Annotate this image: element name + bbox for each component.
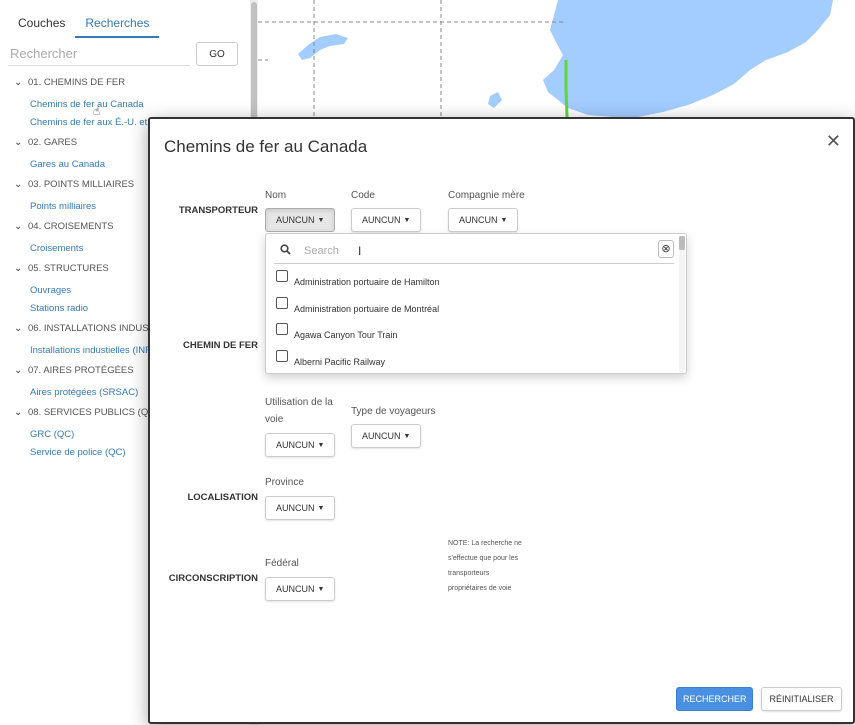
map-rail-line (564, 60, 569, 118)
search-row: GO (8, 42, 240, 68)
chevron-down-icon: ⌄ (14, 77, 23, 88)
checkbox[interactable] (276, 296, 288, 309)
tab-recherches[interactable]: Recherches (75, 8, 160, 38)
dropdown-search-input[interactable] (302, 240, 622, 262)
nom-dropdown-menu: I ⊗ Administration portuaire de Hamilton… (265, 233, 687, 374)
federal-dropdown[interactable]: AUNCUN ▼ (265, 577, 336, 601)
utilisation-voie-dropdown-value: AUNCUN (276, 440, 315, 450)
label-type-voyageurs: Type de voyageurs (351, 406, 436, 417)
search-icon (280, 244, 291, 258)
tree-category-label: 01. CHEMINS DE FER (28, 77, 126, 88)
chevron-down-icon: ⌄ (14, 263, 23, 274)
dropdown-option[interactable]: Alberni Pacific Railway (276, 348, 674, 374)
caret-down-icon: ▼ (317, 504, 325, 512)
label-compagnie-mere: Compagnie mère (448, 190, 525, 201)
rechercher-button[interactable]: RECHERCHER (676, 687, 753, 711)
checkbox[interactable] (276, 349, 288, 362)
tree-category[interactable]: ⌄ 01. CHEMINS DE FER (14, 74, 250, 92)
dropdown-options: Administration portuaire de Hamilton Admi… (276, 268, 674, 374)
tree-category-label: 05. STRUCTURES (28, 263, 109, 274)
tree-item[interactable]: Chemins de fer au Canada (14, 96, 250, 114)
map-water-bay (488, 92, 502, 108)
compagnie-mere-dropdown-value: AUNCUN (459, 215, 498, 225)
chevron-down-icon: ⌄ (14, 179, 23, 190)
modal-title: Chemins de fer au Canada (164, 137, 368, 156)
chevron-down-icon: ⌄ (14, 137, 23, 148)
code-dropdown[interactable]: AUNCUN ▼ (351, 208, 422, 232)
search-input[interactable] (8, 42, 190, 66)
caret-down-icon: ▼ (403, 432, 411, 440)
caret-down-icon: ▼ (317, 216, 325, 224)
section-localisation: LOCALISATION (187, 492, 258, 503)
dropdown-option-label: Agawa Canyon Tour Train (294, 330, 398, 340)
chevron-down-icon: ⌄ (14, 323, 23, 334)
type-voyageurs-dropdown-value: AUNCUN (362, 431, 401, 441)
map-water-large (543, 0, 833, 117)
dropdown-option[interactable]: Administration portuaire de Montréal (276, 295, 674, 322)
federal-dropdown-value: AUNCUN (276, 584, 315, 594)
label-nom: Nom (265, 190, 287, 201)
dropdown-option[interactable]: Administration portuaire de Hamilton (276, 268, 674, 295)
label-code: Code (351, 190, 375, 201)
checkbox[interactable] (276, 270, 288, 282)
chevron-down-icon: ⌄ (14, 407, 23, 418)
section-transporteur: TRANSPORTEUR (178, 205, 258, 216)
label-federal: Fédéral (265, 558, 299, 569)
scrollbar-thumb[interactable] (251, 2, 257, 122)
section-chemin-de-fer: CHEMIN DE FER (183, 340, 258, 351)
caret-down-icon: ▼ (500, 216, 508, 224)
tree-category-label: 07. AIRES PROTÉGÉES (28, 365, 134, 376)
tree-category-label: 02. GARES (28, 137, 78, 148)
province-dropdown-value: AUNCUN (276, 503, 315, 513)
caret-down-icon: ▼ (317, 585, 325, 593)
caret-down-icon: ▼ (403, 216, 411, 224)
dropdown-option-label: Administration portuaire de Montréal (294, 303, 440, 314)
section-circonscription: CIRCONSCRIPTION (168, 573, 258, 584)
dropdown-scrollbar[interactable] (679, 236, 685, 372)
hand-cursor-icon: ☝ (93, 104, 101, 118)
search-note: NOTE: La recherche ne s'effectue que pou… (448, 540, 522, 592)
clear-search-icon[interactable]: ⊗ (658, 240, 674, 258)
reinitialiser-button[interactable]: RÉINITIALISER (761, 687, 842, 711)
province-dropdown[interactable]: AUNCUN ▼ (265, 496, 336, 520)
dropdown-option[interactable]: Agawa Canyon Tour Train (276, 321, 674, 348)
label-province: Province (265, 477, 304, 488)
map-water-small (298, 34, 348, 60)
go-button[interactable]: GO (196, 42, 238, 66)
close-icon[interactable]: ✕ (826, 131, 841, 151)
search-modal: Chemins de fer au Canada ✕ TRANSPORTEUR … (148, 117, 855, 724)
dropdown-search: I (274, 238, 674, 264)
tab-couches[interactable]: Couches (8, 8, 75, 38)
tree-category-label: 03. POINTS MILLIAIRES (28, 179, 135, 190)
chevron-down-icon: ⌄ (14, 221, 23, 232)
tree-category-label: 04. CROISEMENTS (28, 221, 114, 232)
dropdown-scrollbar-thumb[interactable] (679, 236, 685, 250)
panel-tabs: Couches Recherches (8, 8, 160, 38)
compagnie-mere-dropdown[interactable]: AUNCUN ▼ (448, 208, 519, 232)
text-cursor-icon: I (358, 244, 362, 258)
nom-dropdown[interactable]: AUNCUN ▼ (265, 208, 336, 232)
utilisation-voie-dropdown[interactable]: AUNCUN ▼ (265, 433, 336, 457)
code-dropdown-value: AUNCUN (362, 215, 401, 225)
type-voyageurs-dropdown[interactable]: AUNCUN ▼ (351, 424, 422, 448)
checkbox[interactable] (276, 323, 288, 335)
dropdown-option-label: Administration portuaire de Hamilton (294, 277, 440, 287)
dropdown-option-label: Alberni Pacific Railway (294, 356, 386, 367)
label-utilisation-voie: Utilisation de la voie (265, 397, 333, 425)
nom-dropdown-value: AUNCUN (276, 215, 315, 225)
chevron-down-icon: ⌄ (14, 365, 23, 376)
caret-down-icon: ▼ (317, 441, 325, 449)
